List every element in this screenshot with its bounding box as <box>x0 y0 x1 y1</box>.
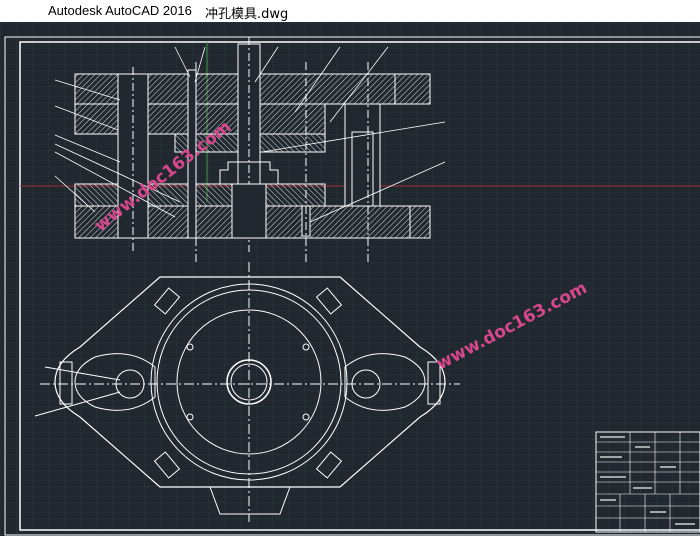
drawing-canvas[interactable]: www.doc163.com www.doc163.com <box>0 22 700 536</box>
drawing-svg[interactable]: www.doc163.com www.doc163.com <box>0 22 700 536</box>
title-bar: Autodesk AutoCAD 2016 冲孔模具.dwg <box>0 0 700 22</box>
app-title: Autodesk AutoCAD 2016 <box>48 3 192 18</box>
file-name: 冲孔模具.dwg <box>205 7 289 22</box>
